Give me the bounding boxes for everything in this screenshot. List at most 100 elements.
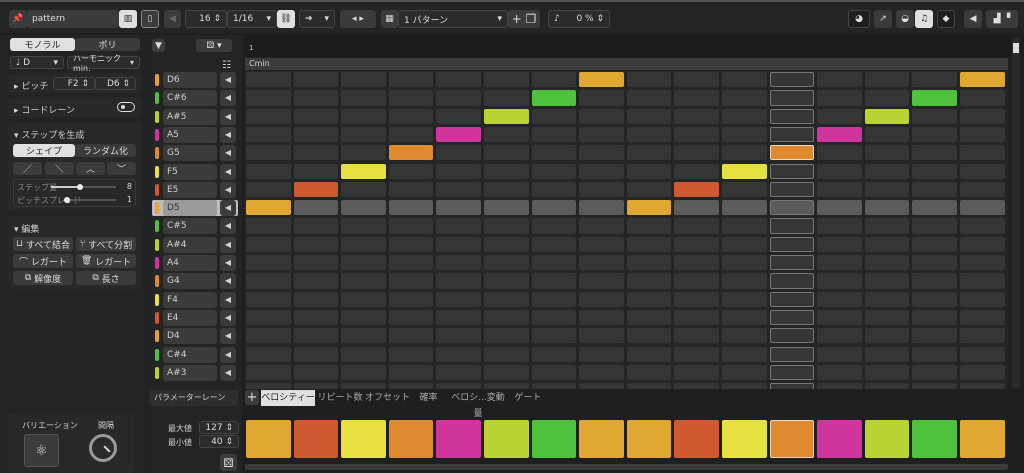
grid-cell[interactable] [293,163,339,179]
grid-cell[interactable] [769,163,815,179]
grid-cell[interactable] [388,383,434,389]
grid-cell[interactable] [912,291,957,307]
grid-cell[interactable] [341,126,386,143]
grid-cell[interactable] [960,181,1005,198]
grid-cell[interactable] [864,255,910,271]
grid-cell[interactable] [579,291,624,307]
note-name[interactable]: A#4 [163,236,217,253]
grid-cell[interactable] [484,291,529,307]
chord-icon[interactable]: ◕ [848,10,870,28]
grid-cell[interactable] [531,126,577,143]
grid-cell[interactable] [769,108,815,124]
grid-cell[interactable] [864,364,910,381]
grid-cell[interactable] [388,181,434,198]
step-note[interactable] [960,72,1005,88]
piano-icon[interactable]: ▥ [119,10,137,28]
velocity-bar[interactable] [341,420,386,458]
speaker-icon[interactable]: ◀ [220,108,236,125]
edit-label[interactable]: ▾ 編集 [14,222,39,235]
speaker-icon[interactable]: ◀ [220,163,236,180]
grid-cell[interactable] [864,236,910,252]
grid-cell[interactable] [579,126,624,143]
grid-cell[interactable] [246,364,291,381]
grid-cell[interactable] [960,163,1005,179]
grid-cell[interactable] [626,108,672,124]
speaker-icon[interactable]: ◀ [220,255,236,271]
grid-cell[interactable] [960,273,1005,289]
param-tab[interactable]: 確率 [411,390,446,406]
grid-cell[interactable] [626,181,672,198]
grid-cell[interactable] [817,364,862,381]
grid-cell[interactable] [436,163,481,179]
velocity-bar[interactable] [674,420,719,458]
grid-cell[interactable] [912,273,957,289]
grid-cell[interactable] [674,200,719,216]
grid-cell[interactable] [579,218,624,234]
pattern-name[interactable]: pattern [27,10,119,28]
min-field[interactable]: 40 ⇕ [199,435,239,448]
note-name[interactable]: A4 [163,255,217,271]
grid-cell[interactable] [484,309,529,326]
grid-cell[interactable] [484,72,529,88]
speaker-icon[interactable]: ◀ [220,236,236,253]
grid-cell[interactable] [626,364,672,381]
note-row[interactable]: E4 ◀ [152,309,238,326]
note-row[interactable]: A5 ◀ [152,126,238,143]
grid-cell[interactable] [341,181,386,198]
grid-cell[interactable] [246,328,291,344]
velocity-bar[interactable] [722,420,767,458]
grid-cell[interactable] [864,72,910,88]
grid-cell[interactable] [531,145,577,161]
grid-cell[interactable] [960,108,1005,124]
grid-cell[interactable] [436,273,481,289]
step-note[interactable] [484,108,529,124]
scale-select[interactable]: ハーモニック min. ▾ [67,54,140,73]
grid-cell[interactable] [722,126,767,143]
grid-cell[interactable] [960,90,1005,106]
note-name[interactable]: D4 [163,328,217,345]
param-tab[interactable]: ベロシティー [261,390,315,406]
grid-cell[interactable] [579,236,624,252]
grid-cell[interactable] [341,236,386,252]
grid-cell[interactable] [484,383,529,389]
grid-cell[interactable] [436,309,481,326]
grid-cell[interactable] [626,291,672,307]
note-name[interactable]: F4 [163,291,217,308]
note-row[interactable]: D6 ◀ [152,72,238,88]
grid-cell[interactable] [912,328,957,344]
pattern-select[interactable]: 1 パターン ▾ [398,10,508,28]
grid-cell[interactable] [769,255,815,271]
speaker-icon[interactable]: ◀ [164,10,181,28]
grid-cell[interactable] [769,383,815,389]
grid-cell[interactable] [817,309,862,326]
grid-cell[interactable] [769,273,815,289]
grid-cell[interactable] [293,364,339,381]
drum-icon[interactable]: ◒ [896,10,914,28]
grid-cell[interactable] [246,346,291,362]
grid-cell[interactable] [436,200,481,216]
panel-toggle-icon[interactable]: ▯ [141,10,159,28]
grid-cell[interactable] [246,291,291,307]
speaker-icon[interactable]: ◀ [220,273,236,290]
steps-field[interactable]: 16 ⇕ [185,10,227,28]
grid-cell[interactable] [817,108,862,124]
grid-cell[interactable] [960,291,1005,307]
grid-cell[interactable] [912,163,957,179]
grid-cell[interactable] [769,218,815,234]
grid-cell[interactable] [293,236,339,252]
pitch-spread-slider[interactable] [64,197,116,203]
grid-cell[interactable] [293,90,339,106]
grid-cell[interactable] [817,181,862,198]
grid-cell[interactable] [817,90,862,106]
grid-cell[interactable] [293,126,339,143]
grid-cell[interactable] [722,346,767,362]
grid-cell[interactable] [388,309,434,326]
note-row[interactable]: F4 ◀ [152,291,238,308]
grid-cell[interactable] [864,328,910,344]
grid-cell[interactable] [436,181,481,198]
grid-cell[interactable] [531,72,577,88]
grid-cell[interactable] [722,273,767,289]
shape-fall-button[interactable]: ＼ [45,162,74,175]
grid-cell[interactable] [436,236,481,252]
grid-cell[interactable] [341,346,386,362]
